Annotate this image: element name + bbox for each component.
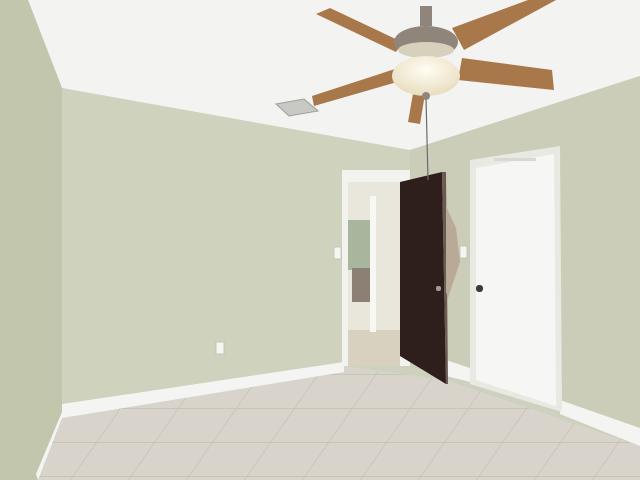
open-dark-door[interactable] (400, 172, 446, 384)
hallway-doorframe (370, 196, 376, 332)
door-hook-rack (494, 158, 536, 161)
electrical-outlet (215, 341, 225, 355)
hallway-chair (352, 268, 370, 302)
closet-door[interactable] (476, 154, 556, 406)
fan-motor-ring (398, 42, 454, 58)
light-switch[interactable] (459, 245, 468, 259)
left-wall (0, 0, 62, 480)
light-switch[interactable] (333, 246, 342, 260)
hallway-floor (348, 330, 400, 366)
room-photo (0, 0, 640, 480)
fan-downrod (420, 6, 432, 26)
light-globe (392, 56, 460, 96)
fan-finial (422, 92, 430, 100)
door-knob[interactable] (436, 286, 441, 291)
closet-door-knob[interactable] (476, 285, 483, 292)
hallway-window (348, 220, 370, 270)
